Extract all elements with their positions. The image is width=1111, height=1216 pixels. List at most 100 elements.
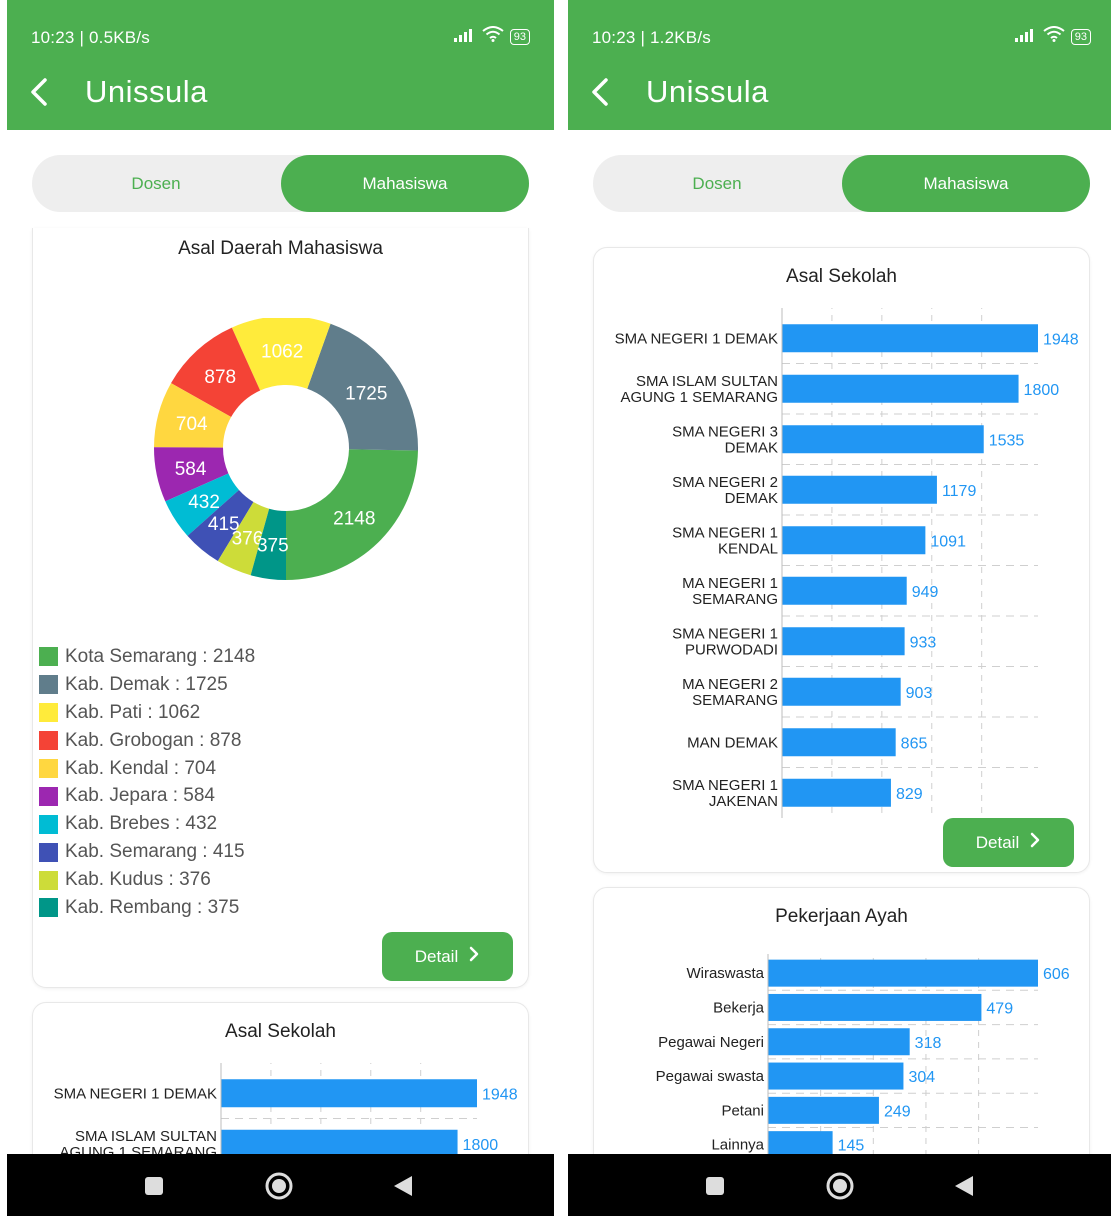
card-title: Asal Daerah Mahasiswa bbox=[178, 238, 383, 259]
bar bbox=[768, 959, 1038, 987]
bar-value-label: 1800 bbox=[1024, 382, 1060, 399]
legend-item: Kab. Kudus : 376 bbox=[39, 866, 339, 894]
slice-label: 584 bbox=[175, 459, 207, 480]
legend-label: Kab. Brebes : 432 bbox=[65, 813, 218, 835]
card-title: Asal Sekolah bbox=[225, 1021, 336, 1042]
nav-square-icon[interactable] bbox=[705, 1176, 725, 1201]
slice-label: 432 bbox=[188, 492, 220, 513]
bar-value-label: 949 bbox=[912, 584, 939, 601]
category-label: SMA NEGERI 1 DEMAK bbox=[54, 1085, 217, 1102]
legend-label: Kota Semarang : 2148 bbox=[65, 645, 256, 667]
bar-value-label: 1091 bbox=[930, 533, 966, 550]
asal-sekolah-card: Asal Sekolah 1948 SMA NEGERI 1 DEMAK 1800 S… bbox=[593, 247, 1090, 873]
legend-item: Kab. Pati : 1062 bbox=[39, 699, 339, 727]
card-title: Asal Sekolah bbox=[786, 266, 897, 287]
detail-button[interactable]: Detail bbox=[943, 818, 1074, 867]
bar-value-label: 903 bbox=[906, 685, 933, 702]
bar bbox=[782, 576, 907, 605]
slice-label: 1725 bbox=[345, 384, 387, 405]
legend-swatch bbox=[39, 786, 58, 806]
legend-label: Kab. Grobogan : 878 bbox=[65, 729, 242, 751]
tab-mahasiswa[interactable]: Mahasiswa bbox=[281, 155, 529, 212]
tab-dosen[interactable]: Dosen bbox=[593, 155, 841, 212]
nav-square-icon[interactable] bbox=[144, 1176, 164, 1201]
bar bbox=[782, 425, 984, 454]
detail-button[interactable]: Detail bbox=[382, 932, 513, 981]
bar bbox=[782, 374, 1019, 403]
category-label: MA NEGERI 2 bbox=[682, 676, 778, 693]
app-title: Unissula bbox=[646, 74, 769, 109]
bar-value-label: 1800 bbox=[463, 1137, 499, 1154]
category-label: SMA ISLAM SULTAN bbox=[636, 373, 778, 390]
bar bbox=[768, 1028, 910, 1056]
bar-value-label: 1535 bbox=[989, 432, 1025, 449]
category-label: AGUNG 1 SEMARANG bbox=[620, 389, 778, 406]
bar bbox=[782, 526, 926, 555]
tab-mahasiswa[interactable]: Mahasiswa bbox=[842, 155, 1090, 212]
card-title: Pekerjaan Ayah bbox=[775, 906, 908, 927]
status-bar: 10:23 | 0.5KB/s 93 bbox=[7, 0, 554, 62]
category-label: MAN DEMAK bbox=[687, 734, 778, 751]
category-label: SMA NEGERI 2 bbox=[672, 474, 778, 491]
legend-item: Kab. Demak : 1725 bbox=[39, 671, 339, 699]
category-label: DEMAK bbox=[725, 439, 778, 456]
bar bbox=[782, 475, 937, 504]
wifi-icon bbox=[1043, 26, 1065, 47]
back-arrow-icon[interactable] bbox=[25, 72, 55, 112]
bar-value-label: 1179 bbox=[942, 483, 977, 500]
legend-swatch bbox=[39, 703, 58, 723]
category-label: SMA NEGERI 3 bbox=[672, 423, 778, 440]
app-bar: Unissula bbox=[7, 62, 554, 130]
signal-icon bbox=[453, 27, 476, 47]
wifi-icon bbox=[482, 26, 504, 47]
nav-home-icon[interactable] bbox=[825, 1171, 855, 1206]
status-bar: 10:23 | 1.2KB/s 93 bbox=[568, 0, 1111, 62]
slice-label: 878 bbox=[204, 367, 236, 388]
bar-value-label: 865 bbox=[901, 735, 928, 752]
status-time: 10:23 | 1.2KB/s bbox=[592, 28, 711, 47]
bar-value-label: 304 bbox=[908, 1069, 935, 1086]
category-label: SEMARANG bbox=[692, 591, 778, 608]
legend-item: Kab. Kendal : 704 bbox=[39, 755, 339, 783]
tab-dosen[interactable]: Dosen bbox=[32, 155, 280, 212]
legend-label: Kab. Demak : 1725 bbox=[65, 673, 228, 695]
category-label: SMA NEGERI 1 DEMAK bbox=[615, 330, 778, 347]
nav-home-icon[interactable] bbox=[264, 1171, 294, 1206]
legend-swatch bbox=[39, 647, 58, 667]
nav-back-icon[interactable] bbox=[953, 1174, 975, 1203]
legend-item: Kab. Brebes : 432 bbox=[39, 810, 339, 838]
slice-label: 1062 bbox=[261, 342, 303, 363]
category-label: DEMAK bbox=[725, 490, 778, 507]
bar bbox=[768, 993, 982, 1021]
bar-value-label: 249 bbox=[884, 1103, 911, 1120]
category-label: SEMARANG bbox=[692, 692, 778, 709]
back-arrow-icon[interactable] bbox=[586, 72, 616, 112]
legend-label: Kab. Jepara : 584 bbox=[65, 785, 215, 807]
bar bbox=[782, 728, 896, 757]
bar bbox=[782, 677, 901, 706]
status-time: 10:23 | 0.5KB/s bbox=[31, 28, 150, 47]
segment-control: Dosen Mahasiswa bbox=[32, 155, 529, 212]
nav-back-icon[interactable] bbox=[392, 1174, 414, 1203]
category-label: Wiraswasta bbox=[686, 965, 764, 982]
category-label: SMA ISLAM SULTAN bbox=[75, 1128, 217, 1145]
legend-swatch bbox=[39, 675, 58, 695]
screen-left: 10:23 | 0.5KB/s 93 Unissula Dosen Mahasi… bbox=[7, 0, 554, 1216]
legend-swatch bbox=[39, 870, 58, 890]
battery-icon: 93 bbox=[1070, 28, 1091, 45]
legend-item: Kab. Semarang : 415 bbox=[39, 838, 339, 866]
category-label: KENDAL bbox=[718, 540, 778, 557]
bar bbox=[221, 1079, 477, 1108]
category-label: SMA NEGERI 1 bbox=[672, 625, 778, 642]
bar bbox=[782, 778, 891, 807]
asal-sekolah-bar-chart: 1948 SMA NEGERI 1 DEMAK 1800 SMA ISLAM SULT… bbox=[615, 308, 1079, 818]
chevron-right-icon bbox=[468, 946, 480, 967]
category-label: JAKENAN bbox=[709, 793, 778, 810]
category-label: PURWODADI bbox=[685, 641, 778, 658]
app-bar: Unissula bbox=[568, 62, 1111, 130]
bar-value-label: 145 bbox=[838, 1138, 865, 1155]
legend-label: Kab. Semarang : 415 bbox=[65, 841, 245, 863]
asal-daerah-card: Asal Daerah Mahasiswa 2148 1725 1062 878 704… bbox=[32, 228, 529, 988]
bar-value-label: 606 bbox=[1043, 966, 1070, 983]
category-label: Petani bbox=[721, 1102, 764, 1119]
